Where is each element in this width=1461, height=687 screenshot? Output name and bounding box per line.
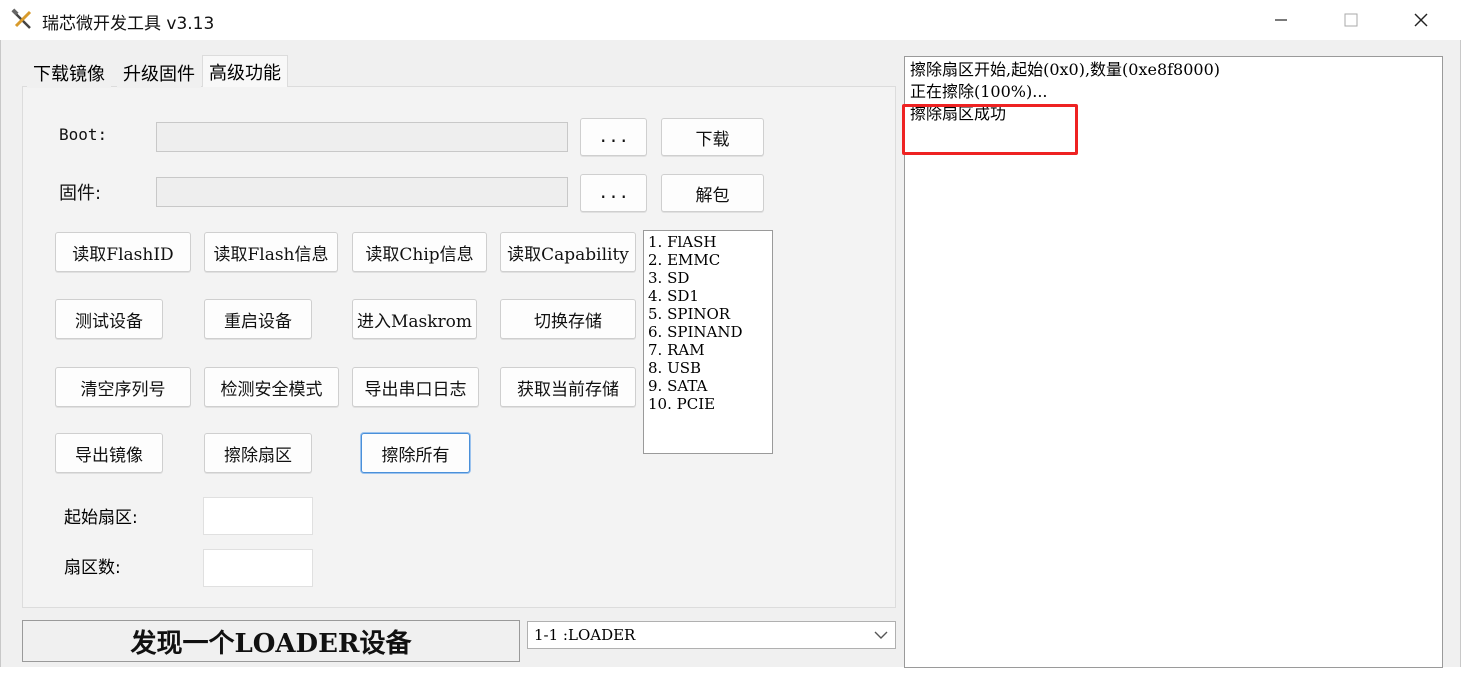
background-strip [0, 667, 1461, 687]
read-chip-info-button[interactable]: 读取Chip信息 [352, 232, 487, 272]
reboot-device-button[interactable]: 重启设备 [204, 299, 312, 339]
maximize-icon [1344, 13, 1358, 27]
read-flash-id-button[interactable]: 读取FlashID [55, 232, 191, 272]
log-line: 正在擦除(100%)... [910, 82, 1048, 101]
storage-list-item[interactable]: 2. EMMC [648, 251, 768, 269]
close-icon [1414, 13, 1428, 27]
storage-list-item[interactable]: 3. SD [648, 269, 768, 287]
switch-storage-button[interactable]: 切换存储 [500, 299, 636, 339]
get-current-storage-button[interactable]: 获取当前存储 [500, 367, 636, 407]
storage-list-item[interactable]: 4. SD1 [648, 287, 768, 305]
firmware-browse-button[interactable]: ... [580, 174, 647, 212]
window-title: 瑞芯微开发工具 v3.13 [42, 14, 215, 34]
read-flash-info-button[interactable]: 读取Flash信息 [204, 232, 338, 272]
storage-list-item[interactable]: 8. USB [648, 359, 768, 377]
clear-serial-button[interactable]: 清空序列号 [55, 367, 191, 407]
close-button[interactable] [1386, 0, 1456, 40]
device-select-value: 1-1 :LOADER [534, 626, 636, 644]
check-secure-mode-button[interactable]: 检测安全模式 [204, 367, 339, 407]
firmware-label: 固件: [59, 183, 102, 204]
start-sector-label: 起始扇区: [64, 508, 138, 528]
annotation-highlight-box [902, 104, 1078, 155]
unpack-button[interactable]: 解包 [661, 174, 764, 212]
storage-list-item[interactable]: 1. FlASH [648, 233, 768, 251]
log-line: 擦除扇区开始,起始(0x0),数量(0xe8f8000) [910, 60, 1221, 79]
storage-list[interactable]: 1. FlASH 2. EMMC 3. SD 4. SD1 5. SPINOR … [643, 230, 773, 454]
minimize-button[interactable] [1246, 0, 1316, 40]
storage-list-item[interactable]: 6. SPINAND [648, 323, 768, 341]
boot-browse-button[interactable]: ... [580, 118, 647, 156]
tools-icon [11, 8, 32, 29]
boot-label: Boot: [59, 125, 108, 144]
firmware-path-field[interactable] [156, 177, 568, 207]
minimize-icon [1275, 19, 1287, 21]
download-button[interactable]: 下载 [661, 118, 764, 156]
device-select[interactable]: 1-1 :LOADER [527, 621, 896, 649]
sector-count-input[interactable] [203, 549, 313, 587]
erase-all-button[interactable]: 擦除所有 [361, 433, 470, 473]
read-capability-button[interactable]: 读取Capability [500, 232, 636, 272]
storage-list-item[interactable]: 10. PCIE [648, 395, 768, 413]
chevron-down-icon [874, 631, 888, 639]
sector-count-label: 扇区数: [64, 558, 121, 578]
tab-download-image[interactable]: 下载镜像 [27, 58, 111, 88]
storage-list-item[interactable]: 9. SATA [648, 377, 768, 395]
boot-path-field[interactable] [156, 122, 568, 152]
export-serial-log-button[interactable]: 导出串口日志 [352, 367, 479, 407]
export-image-button[interactable]: 导出镜像 [55, 433, 163, 473]
tab-upgrade-firmware[interactable]: 升级固件 [117, 58, 201, 88]
device-status-label: 发现一个LOADER设备 [22, 620, 520, 662]
storage-list-item[interactable]: 5. SPINOR [648, 305, 768, 323]
erase-sector-button[interactable]: 擦除扇区 [204, 433, 312, 473]
start-sector-input[interactable] [203, 497, 313, 535]
storage-list-item[interactable]: 7. RAM [648, 341, 768, 359]
tab-advanced[interactable]: 高级功能 [202, 55, 288, 87]
title-bar[interactable]: 瑞芯微开发工具 v3.13 [0, 0, 1461, 40]
maximize-button[interactable] [1316, 0, 1386, 40]
test-device-button[interactable]: 测试设备 [55, 299, 163, 339]
enter-maskrom-button[interactable]: 进入Maskrom [352, 299, 477, 339]
